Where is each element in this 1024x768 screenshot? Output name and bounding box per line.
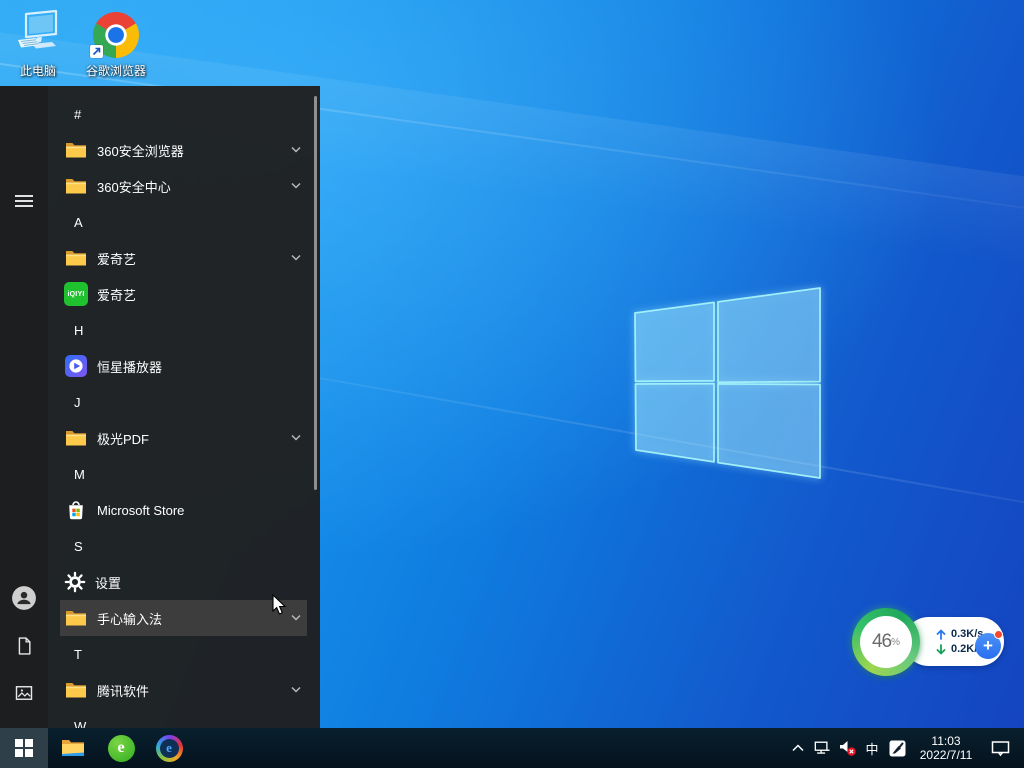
taskbar-speed-browser[interactable]: e <box>146 728 192 768</box>
folder-icon <box>64 174 88 198</box>
download-arrow-icon <box>936 644 946 655</box>
user-account-button[interactable] <box>0 577 48 619</box>
tray-show-hidden[interactable] <box>786 728 810 768</box>
item-label: 恒星播放器 <box>97 357 162 376</box>
tray-clock[interactable]: 11:03 2022/7/11 <box>910 734 982 762</box>
start-item-iqiyi-app[interactable]: iQIYI 爱奇艺 <box>60 276 307 312</box>
menu-expand-button[interactable] <box>0 180 48 222</box>
documents-button[interactable] <box>0 625 48 667</box>
net-speed-widget: 0.3K/s 0.2K/s + 46 % <box>852 607 1004 677</box>
chevron-down-icon[interactable] <box>291 182 301 189</box>
section-header-m[interactable]: M <box>48 456 320 492</box>
clock-date: 2022/7/11 <box>910 748 982 762</box>
chrome-icon <box>78 8 154 58</box>
taskbar: e e 中 <box>0 728 1024 768</box>
item-label: 手心输入法 <box>97 609 162 628</box>
ime-pen-icon <box>889 740 906 757</box>
item-label: 360安全浏览器 <box>97 141 184 160</box>
start-item-star-player[interactable]: 恒星播放器 <box>60 348 307 384</box>
chevron-down-icon[interactable] <box>291 434 301 441</box>
windows-start-icon <box>15 739 33 757</box>
item-label: 腾讯软件 <box>97 681 149 700</box>
item-label: 360安全中心 <box>97 177 171 196</box>
start-menu-scrollbar[interactable] <box>314 96 317 490</box>
clock-time: 11:03 <box>910 734 982 748</box>
chevron-down-icon[interactable] <box>291 614 301 621</box>
start-menu-rail <box>0 86 48 728</box>
start-item-shouxin-ime[interactable]: 手心输入法 <box>60 600 307 636</box>
tray-ime-language[interactable]: 中 <box>860 728 884 768</box>
desktop-icon-this-pc[interactable]: 此电脑 <box>0 8 76 79</box>
network-icon <box>813 740 831 756</box>
desktop-icon-label: 此电脑 <box>0 62 76 79</box>
action-center-button[interactable] <box>982 728 1018 768</box>
iqiyi-icon: iQIYI <box>64 282 88 306</box>
item-label: Microsoft Store <box>97 503 184 518</box>
start-item-microsoft-store[interactable]: Microsoft Store <box>60 492 307 528</box>
gear-icon <box>64 571 86 593</box>
360-browser-icon: e <box>108 735 135 762</box>
section-header-a[interactable]: A <box>48 204 320 240</box>
section-header-t[interactable]: T <box>48 636 320 672</box>
notification-dot <box>994 630 1003 639</box>
memory-percent: 46 <box>872 631 891 653</box>
system-tray: 中 11:03 2022/7/11 <box>786 728 1018 768</box>
user-icon <box>11 585 37 611</box>
this-pc-icon <box>0 8 76 58</box>
tray-volume-muted[interactable] <box>834 728 860 768</box>
speaker-muted-icon <box>838 739 857 757</box>
desktop-wallpaper: 此电脑 谷歌浏览器 0.3K/s <box>0 0 1024 768</box>
section-header-h[interactable]: H <box>48 312 320 348</box>
upload-arrow-icon <box>936 629 946 640</box>
start-item-jiguang-pdf[interactable]: 极光PDF <box>60 420 307 456</box>
pictures-button[interactable] <box>0 672 48 714</box>
taskbar-file-explorer[interactable] <box>50 728 96 768</box>
chevron-down-icon[interactable] <box>291 146 301 153</box>
file-explorer-icon <box>60 736 86 760</box>
ms-store-icon <box>64 498 88 522</box>
star-player-icon <box>64 354 88 378</box>
tray-ime-app[interactable] <box>884 728 910 768</box>
folder-icon <box>64 246 88 270</box>
item-label: 极光PDF <box>97 429 149 448</box>
start-menu-app-list: # 360安全浏览器 360安全中心 A 爱奇艺 iQIYI 爱奇艺 <box>48 86 320 744</box>
start-item-settings[interactable]: 设置 <box>60 564 307 600</box>
start-item-360-center[interactable]: 360安全中心 <box>60 168 307 204</box>
folder-icon <box>64 606 88 630</box>
memory-usage-ball[interactable]: 46 % <box>852 608 920 676</box>
chevron-down-icon[interactable] <box>291 686 301 693</box>
section-header-hash[interactable]: # <box>48 96 320 132</box>
taskbar-360-browser[interactable]: e <box>98 728 144 768</box>
desktop-icon-chrome[interactable]: 谷歌浏览器 <box>78 8 154 79</box>
item-label: 设置 <box>95 573 121 592</box>
pictures-icon <box>14 683 34 703</box>
desktop-icon-label: 谷歌浏览器 <box>78 62 154 79</box>
start-button[interactable] <box>0 728 48 768</box>
start-item-tencent[interactable]: 腾讯软件 <box>60 672 307 708</box>
item-label: 爱奇艺 <box>97 285 136 304</box>
folder-icon <box>64 138 88 162</box>
section-header-j[interactable]: J <box>48 384 320 420</box>
chevron-up-icon <box>792 744 804 752</box>
hamburger-icon <box>15 194 33 208</box>
action-center-icon <box>991 740 1010 757</box>
windows-logo <box>628 283 828 488</box>
start-item-360-browser[interactable]: 360安全浏览器 <box>60 132 307 168</box>
speed-browser-icon: e <box>156 735 183 762</box>
folder-icon <box>64 678 88 702</box>
item-label: 爱奇艺 <box>97 249 136 268</box>
shortcut-arrow-icon <box>90 45 103 58</box>
chevron-down-icon[interactable] <box>291 254 301 261</box>
document-icon <box>14 636 34 656</box>
start-item-iqiyi-folder[interactable]: 爱奇艺 <box>60 240 307 276</box>
folder-icon <box>64 426 88 450</box>
tray-network[interactable] <box>810 728 834 768</box>
section-header-s[interactable]: S <box>48 528 320 564</box>
start-menu: # 360安全浏览器 360安全中心 A 爱奇艺 iQIYI 爱奇艺 <box>0 86 320 728</box>
